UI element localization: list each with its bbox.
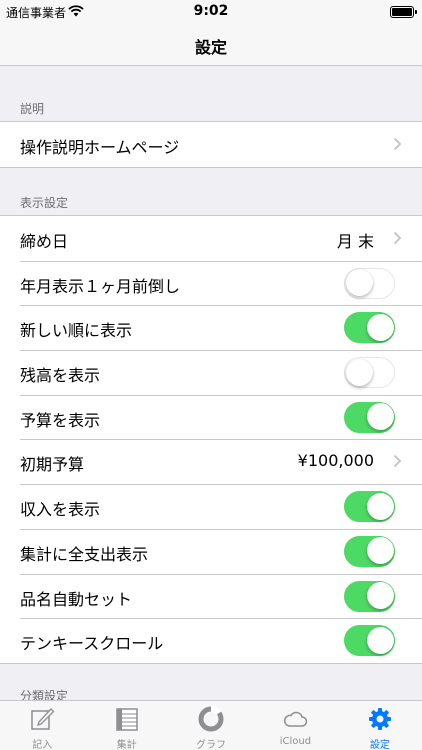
status-time: 9:02 — [193, 3, 229, 19]
tab-label: 記入 — [32, 740, 53, 750]
pie-chart-icon — [198, 706, 224, 732]
tab-label: グラフ — [196, 740, 227, 750]
row-tenkey-scroll: テンキースクロール — [0, 618, 422, 663]
row-label: テンキースクロール — [20, 634, 164, 654]
row-label: 締め日 — [20, 232, 69, 251]
chevron-right-icon — [393, 137, 402, 151]
tab-graph[interactable]: グラフ — [169, 701, 253, 750]
row-show-budget: 予算を表示 — [0, 394, 422, 440]
tab-label: iCloud — [279, 736, 312, 747]
row-label: 品名自動セット — [20, 589, 133, 609]
page-title: 設定 — [194, 38, 227, 57]
row-label: 収入を表示 — [20, 500, 101, 520]
row-label: 残高を表示 — [20, 366, 101, 386]
initial-budget-value: ¥100,000 — [297, 451, 374, 471]
description-group: 操作説明ホームページ — [0, 121, 422, 168]
row-newest-first: 新しい順に表示 — [0, 305, 422, 350]
tab-icloud[interactable]: iCloud — [253, 701, 337, 750]
row-label: 予算を表示 — [20, 410, 101, 430]
cloud-icon — [284, 711, 308, 727]
row-closing-day[interactable]: 締め日 月 末 — [0, 216, 422, 261]
auto-item-name-toggle[interactable] — [344, 580, 395, 612]
tenkey-scroll-toggle[interactable] — [344, 625, 395, 657]
pencil-note-icon — [31, 708, 55, 730]
navigation-bar: 設定 — [0, 24, 422, 66]
all-expenses-toggle[interactable] — [344, 535, 395, 567]
tab-bar: 記入 集計 グラフ iCloud 設定 — [0, 700, 422, 750]
tab-label: 集計 — [116, 740, 137, 750]
row-label: 集計に全支出表示 — [20, 544, 149, 564]
chevron-right-icon — [393, 231, 402, 245]
show-income-toggle[interactable] — [344, 491, 395, 523]
row-label: 操作説明ホームページ — [20, 138, 180, 157]
tab-entry[interactable]: 記入 — [0, 701, 84, 750]
row-all-expenses: 集計に全支出表示 — [0, 528, 422, 574]
section-header-description: 説明 — [20, 102, 45, 116]
show-budget-toggle[interactable] — [344, 401, 395, 433]
row-label: 年月表示１ヶ月前倒し — [20, 276, 181, 296]
tab-summary[interactable]: 集計 — [84, 701, 168, 750]
chevron-right-icon — [393, 455, 402, 468]
row-manual-homepage[interactable]: 操作説明ホームページ — [0, 122, 422, 167]
gear-icon — [368, 708, 391, 730]
table-icon — [115, 708, 138, 731]
tab-settings[interactable]: 設定 — [338, 701, 422, 750]
battery-icon — [390, 6, 417, 18]
row-show-balance: 残高を表示 — [0, 350, 422, 395]
row-show-income: 収入を表示 — [0, 484, 422, 529]
row-initial-budget[interactable]: 初期予算 ¥100,000 — [0, 439, 422, 484]
tab-label: 設定 — [369, 740, 390, 750]
newest-first-toggle[interactable] — [344, 312, 395, 344]
show-balance-toggle[interactable] — [344, 357, 395, 389]
closing-day-value: 月 末 — [336, 232, 374, 251]
row-label: 新しい順に表示 — [20, 321, 133, 341]
row-shift-month: 年月表示１ヶ月前倒し — [0, 260, 422, 306]
section-header-display: 表示設定 — [20, 196, 69, 210]
row-auto-item-name: 品名自動セット — [0, 573, 422, 619]
display-settings-group: 締め日 月 末 年月表示１ヶ月前倒し 新しい順に表示 残高を表示 予算を表示 初… — [0, 215, 422, 664]
row-label: 初期予算 — [20, 455, 85, 475]
shift-month-toggle[interactable] — [344, 267, 395, 299]
status-bar: 通信事業者 9:02 — [0, 0, 422, 24]
